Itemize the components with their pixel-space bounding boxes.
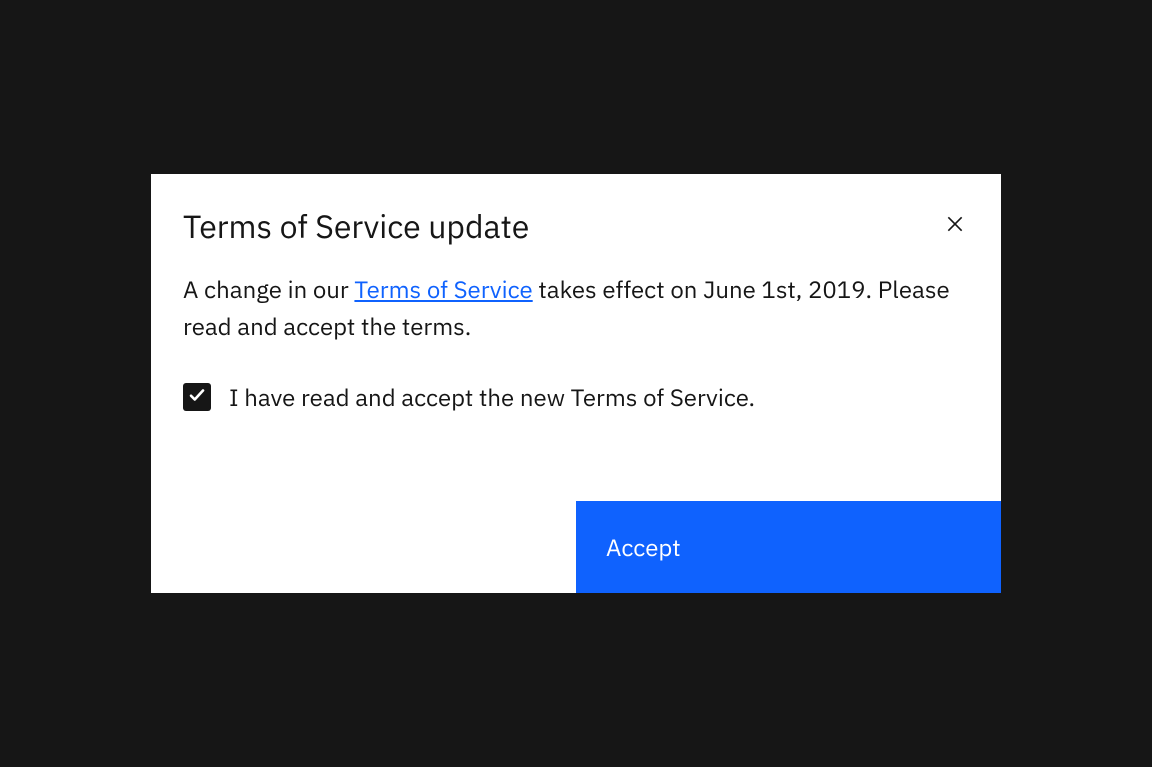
modal-header: Terms of Service update (151, 174, 1001, 248)
modal-body: A change in our Terms of Service takes e… (151, 247, 1001, 461)
terms-of-service-link[interactable]: Terms of Service (354, 273, 532, 305)
checkbox-label: I have read and accept the new Terms of … (229, 381, 755, 413)
terms-of-service-modal: Terms of Service update A change in our … (151, 174, 1001, 594)
accept-terms-checkbox[interactable] (183, 383, 211, 411)
close-icon (945, 214, 965, 237)
modal-footer: Accept (151, 501, 1001, 593)
accept-button[interactable]: Accept (576, 501, 1001, 593)
checkbox-row: I have read and accept the new Terms of … (183, 381, 969, 413)
close-button[interactable] (941, 210, 969, 241)
modal-body-text: A change in our Terms of Service takes e… (183, 271, 969, 345)
checkmark-icon (188, 386, 206, 409)
modal-title: Terms of Service update (183, 206, 529, 248)
body-text-before: A change in our (183, 273, 354, 305)
